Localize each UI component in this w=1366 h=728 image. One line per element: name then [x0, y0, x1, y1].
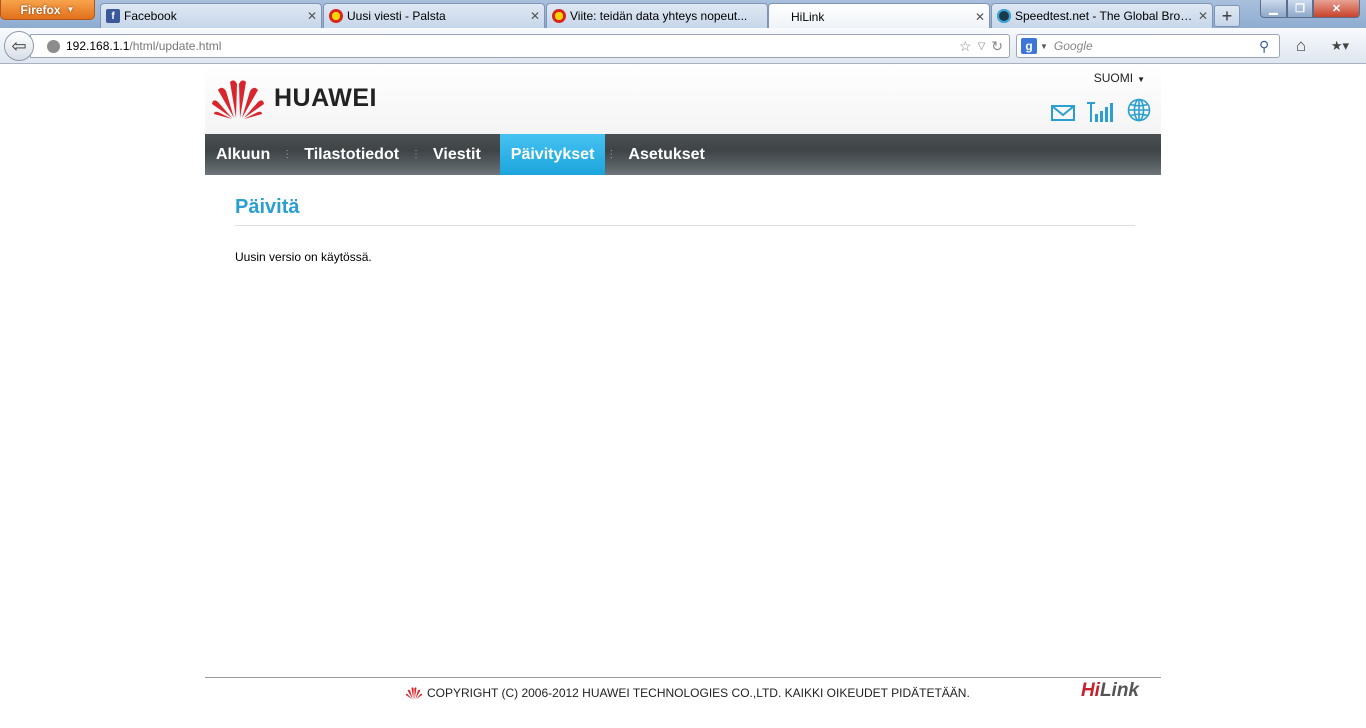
home-button[interactable]: ⌂: [1290, 36, 1312, 56]
speedtest-icon: [997, 9, 1011, 23]
nav-item-viestit[interactable]: Viestit: [422, 134, 492, 175]
globe-icon[interactable]: [1127, 98, 1151, 122]
reload-icon[interactable]: ↻: [991, 38, 1003, 56]
huawei-flower-icon: [212, 80, 264, 119]
close-window-button[interactable]: ✕: [1313, 0, 1360, 18]
close-icon[interactable]: ✕: [526, 9, 544, 23]
tab-palsta[interactable]: Uusi viesti - Palsta ✕: [323, 3, 545, 28]
url-path: /html/update.html: [129, 39, 222, 53]
tab-label: Uusi viesti - Palsta: [347, 9, 446, 23]
tab-label: Speedtest.net - The Global Broa...: [1015, 9, 1194, 23]
close-icon[interactable]: ✕: [1194, 9, 1212, 23]
footer-copyright: COPYRIGHT (C) 2006-2012 HUAWEI TECHNOLOG…: [405, 686, 970, 700]
search-input[interactable]: Google: [1054, 39, 1259, 53]
mail-icon[interactable]: [1051, 104, 1075, 122]
nav-item-paivitykset[interactable]: Päivitykset: [499, 134, 606, 175]
tab-speedtest[interactable]: Speedtest.net - The Global Broa... ✕: [991, 3, 1213, 28]
globe-icon: [47, 39, 60, 53]
nav-item-asetukset[interactable]: Asetukset: [617, 134, 715, 175]
bookmark-star-icon[interactable]: ☆: [959, 38, 972, 56]
maximize-button[interactable]: ❐: [1287, 0, 1313, 18]
huawei-flower-icon: [405, 687, 423, 700]
minimize-button[interactable]: ▁: [1260, 0, 1287, 18]
url-tools: ☆ ▽ ↻: [959, 38, 1003, 56]
page-title: Päivitä: [235, 196, 1135, 226]
status-icons: [1051, 98, 1151, 122]
palsta-icon: [552, 9, 566, 23]
firefox-menu-label: Firefox: [20, 2, 61, 17]
update-status-message: Uusin versio on käytössä.: [235, 250, 372, 264]
new-tab-button[interactable]: +: [1214, 5, 1240, 27]
language-label: SUOMI: [1093, 71, 1134, 85]
page-footer: COPYRIGHT (C) 2006-2012 HUAWEI TECHNOLOG…: [205, 677, 1161, 707]
tab-label: Viite: teidän data yhteys nopeut...: [570, 9, 748, 23]
close-icon[interactable]: ✕: [971, 10, 989, 24]
chevron-down-icon[interactable]: ▼: [1040, 42, 1048, 51]
nav-separator: ⋮: [411, 149, 422, 160]
nav-item-alkuun[interactable]: Alkuun: [205, 134, 281, 175]
search-bar[interactable]: g ▼ Google ⚲: [1016, 34, 1280, 58]
language-selector[interactable]: SUOMI ▼: [1094, 71, 1145, 85]
tab-viite[interactable]: Viite: teidän data yhteys nopeut...: [546, 3, 768, 28]
brand-name: HUAWEI: [274, 83, 377, 112]
search-icon[interactable]: ⚲: [1259, 38, 1279, 55]
browser-titlebar: Firefox ▼ f Facebook ✕ Uusi viesti - Pal…: [0, 0, 1366, 29]
tab-label: HiLink: [791, 9, 825, 24]
chevron-down-icon: ▼: [66, 5, 75, 14]
signal-icon[interactable]: [1087, 102, 1115, 122]
nav-separator: ⋮: [282, 149, 293, 160]
tab-hilink[interactable]: HiLink ✕: [768, 3, 990, 29]
facebook-icon: f: [106, 9, 120, 23]
tab-facebook[interactable]: f Facebook ✕: [100, 3, 322, 28]
browser-navbar: 192.168.1.1/html/update.html ☆ ▽ ↻ ⇦ g ▼…: [0, 28, 1366, 64]
address-bar[interactable]: 192.168.1.1/html/update.html ☆ ▽ ↻: [30, 34, 1010, 58]
nav-item-tilastotiedot[interactable]: Tilastotiedot: [293, 134, 410, 175]
nav-separator: ⋮: [606, 149, 617, 160]
chevron-down-icon[interactable]: ▽: [978, 38, 986, 56]
main-content: Päivitä Uusin versio on käytössä.: [235, 196, 1135, 264]
page-header: HUAWEI SUOMI ▼: [205, 64, 1161, 134]
chevron-down-icon: ▼: [1137, 75, 1145, 84]
hilink-logo-link: Link: [1099, 680, 1139, 701]
google-icon[interactable]: g: [1021, 38, 1037, 54]
palsta-icon: [329, 9, 343, 23]
bookmarks-button[interactable]: ★▾: [1322, 35, 1358, 57]
tab-label: Facebook: [124, 9, 177, 23]
back-button[interactable]: ⇦: [4, 31, 34, 61]
url-host: 192.168.1.1: [66, 39, 130, 53]
huawei-logo[interactable]: HUAWEI: [210, 76, 377, 120]
arrow-left-icon: ⇦: [11, 35, 27, 56]
hilink-logo: HiLink: [1081, 680, 1139, 702]
copyright-text: COPYRIGHT (C) 2006-2012 HUAWEI TECHNOLOG…: [427, 686, 970, 700]
firefox-menu-button[interactable]: Firefox ▼: [0, 0, 95, 20]
hilink-logo-hi: Hi: [1080, 680, 1100, 701]
close-icon[interactable]: ✕: [303, 9, 321, 23]
main-nav: Alkuun ⋮ Tilastotiedot ⋮ Viestit Päivity…: [205, 134, 1161, 175]
hilink-page: HUAWEI SUOMI ▼ Alkuun ⋮ Tilastotiedot ⋮ …: [205, 64, 1161, 728]
nav-separator: [492, 134, 500, 175]
